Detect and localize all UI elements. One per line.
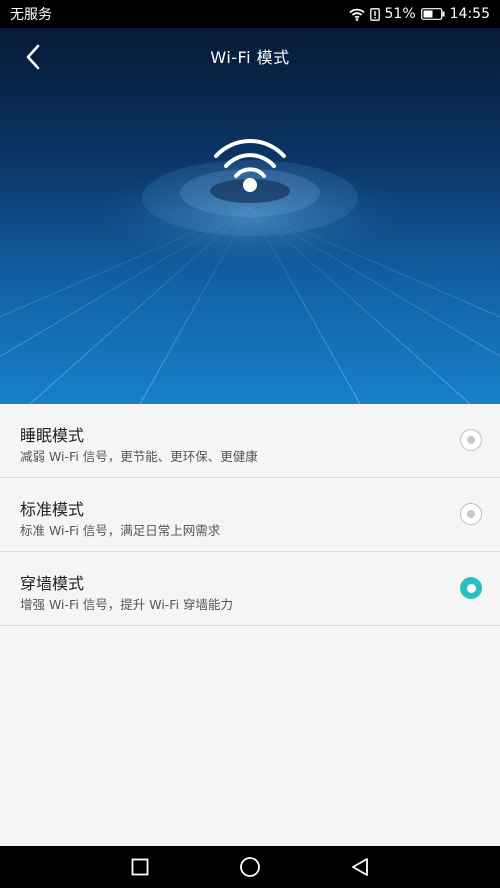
mode-description: 减弱 Wi-Fi 信号，更节能、更环保、更健康 <box>20 449 258 464</box>
home-icon <box>240 857 260 877</box>
home-button[interactable] <box>233 850 267 884</box>
nav-back-button[interactable] <box>343 850 377 884</box>
status-bar: 无服务 51% 14:55 <box>0 0 500 28</box>
wifi-status-icon <box>348 8 365 21</box>
hero-banner: Wi-Fi 模式 <box>0 28 500 404</box>
mode-description: 增强 Wi-Fi 信号，提升 Wi-Fi 穿墙能力 <box>20 597 234 612</box>
mode-title: 穿墙模式 <box>20 574 85 593</box>
mode-title: 睡眠模式 <box>20 426 85 445</box>
mode-item-wall-penetration[interactable]: 穿墙模式 增强 Wi-Fi 信号，提升 Wi-Fi 穿墙能力 <box>0 552 500 626</box>
battery-icon <box>420 8 445 20</box>
clock: 14:55 <box>449 6 490 22</box>
navigation-bar <box>0 846 500 888</box>
sim-info-icon <box>369 7 380 21</box>
battery-percent: 51% <box>384 6 416 22</box>
mode-description: 标准 Wi-Fi 信号，满足日常上网需求 <box>20 523 221 538</box>
wifi-icon <box>214 138 286 192</box>
hero-background <box>0 160 500 404</box>
recent-apps-button[interactable] <box>123 850 157 884</box>
page-title: Wi-Fi 模式 <box>210 48 290 67</box>
mode-item-sleep[interactable]: 睡眠模式 减弱 Wi-Fi 信号，更节能、更环保、更健康 <box>0 404 500 478</box>
mode-item-standard[interactable]: 标准模式 标准 Wi-Fi 信号，满足日常上网需求 <box>0 478 500 552</box>
recent-apps-icon <box>131 858 149 876</box>
radio-sleep[interactable] <box>460 429 482 451</box>
mode-title: 标准模式 <box>20 500 85 519</box>
status-icons: 51% 14:55 <box>348 6 490 22</box>
radio-wall-penetration[interactable] <box>460 577 482 599</box>
back-icon <box>352 858 368 876</box>
radio-standard[interactable] <box>460 503 482 525</box>
mode-list: 睡眠模式 减弱 Wi-Fi 信号，更节能、更环保、更健康 标准模式 标准 Wi-… <box>0 404 500 626</box>
carrier-label: 无服务 <box>10 7 52 23</box>
